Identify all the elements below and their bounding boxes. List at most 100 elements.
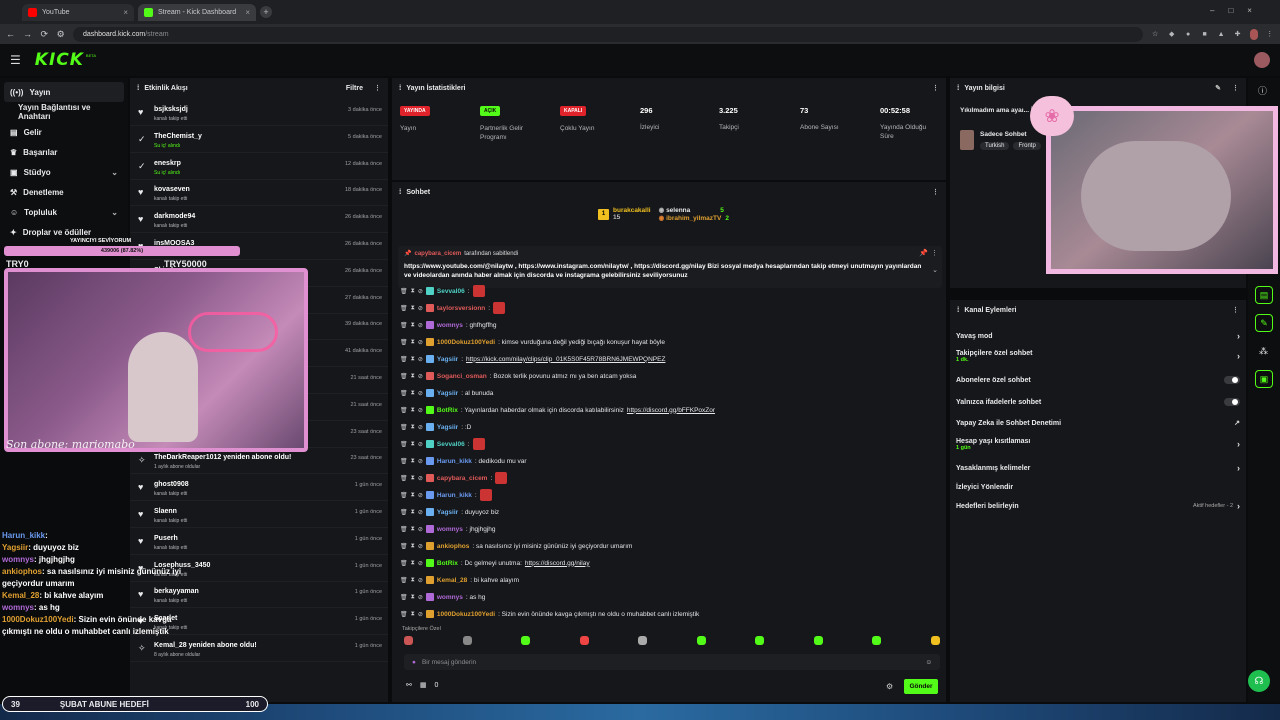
sidebar-item-studyo[interactable]: ▣ Stüdyo ⌄: [4, 162, 124, 182]
close-icon[interactable]: ×: [245, 8, 250, 17]
chat-link[interactable]: https://discord.gg/bFFKPoxZor: [627, 407, 715, 414]
chat-message[interactable]: 🗑 ⧗ ⊘ Yagsiir: duyuyoz biz: [400, 505, 499, 519]
chat-username[interactable]: Yagsiir: [437, 356, 458, 363]
extension-icon[interactable]: ◆: [1167, 30, 1175, 38]
delete-icon[interactable]: 🗑: [400, 356, 408, 363]
timeout-icon[interactable]: ⧗: [411, 373, 415, 380]
chat-message[interactable]: 🗑 ⧗ ⊘ 1000Dokuz100Yedi: Sizin evin önünde k…: [400, 607, 699, 621]
ban-icon[interactable]: ⊘: [418, 594, 423, 601]
activity-row[interactable]: ♥ darkmode94 kanalı takip etti 26 dakika ön…: [130, 207, 388, 234]
delete-icon[interactable]: 🗑: [400, 441, 408, 448]
chat-message[interactable]: 🗑 ⧗ ⊘ Yagsiir: https://kick.com/nilay/clips…: [400, 352, 665, 366]
emote-icon[interactable]: [696, 636, 706, 645]
more-icon[interactable]: ⋮: [374, 84, 381, 92]
filter-button[interactable]: Filtre: [346, 85, 363, 92]
chat-username[interactable]: 1000Dokuz100Yedi: [437, 611, 495, 618]
chat-username[interactable]: Sevval06: [437, 441, 465, 448]
timeout-icon[interactable]: ⧗: [411, 424, 415, 431]
channel-action-row[interactable]: Yalnızca ifadelerle sohbet: [956, 392, 1240, 412]
activity-row[interactable]: ✓ TheChemist_y Su iç! alındı 5 dakika önce: [130, 127, 388, 153]
chat-username[interactable]: ankiophos: [437, 543, 470, 550]
chat-username[interactable]: taylorsversionn: [437, 305, 485, 312]
timeout-icon[interactable]: ⧗: [411, 543, 415, 550]
new-tab-button[interactable]: +: [260, 6, 272, 18]
delete-icon[interactable]: 🗑: [400, 390, 408, 397]
ban-icon[interactable]: ⊘: [418, 458, 423, 465]
delete-icon[interactable]: 🗑: [400, 322, 408, 329]
emote-picker-icon[interactable]: ●: [412, 659, 416, 666]
support-chat-icon[interactable]: ☊: [1248, 670, 1270, 692]
sidebar-item-basarilar[interactable]: ♛ Başarılar: [4, 142, 124, 162]
drag-handle-icon[interactable]: ⁞: [399, 189, 401, 196]
chat-input[interactable]: ● Bir mesaj gönderin ☺: [404, 654, 940, 670]
chat-message[interactable]: 🗑 ⧗ ⊘ BotRix: Dc gelmeyi unutma: https://di…: [400, 556, 590, 570]
chat-message[interactable]: 🗑 ⧗ ⊘ Harun_kikk: dedikodu mu var: [400, 454, 527, 468]
more-icon[interactable]: ⋮: [932, 188, 939, 196]
panel-toggle-icon[interactable]: ▣: [1255, 370, 1273, 388]
timeout-icon[interactable]: ⧗: [411, 288, 415, 295]
activity-row[interactable]: ✧ TheDarkReaper1012 yeniden abone oldu! 1 …: [130, 448, 388, 475]
activity-row[interactable]: ♥ ghost0908 kanalı takip etti 1 gün önce: [130, 475, 388, 502]
tab-kick-dashboard[interactable]: Stream - Kick Dashboard ×: [138, 4, 256, 21]
activity-row[interactable]: ✓ eneskrp Su iç! alındı 12 dakika önce: [130, 154, 388, 180]
delete-icon[interactable]: 🗑: [400, 475, 408, 482]
chat-username[interactable]: Yagsiir: [437, 509, 458, 516]
channel-action-row[interactable]: Yapay Zeka ile Sohbet Denetimi ↗: [956, 413, 1240, 433]
timeout-icon[interactable]: ⧗: [411, 560, 415, 567]
chat-message[interactable]: 🗑 ⧗ ⊘ Kemal_28: bi kahve alayım: [400, 573, 519, 587]
menu-icon[interactable]: ⋮: [1266, 30, 1274, 38]
emote-icon[interactable]: [755, 636, 765, 645]
timeout-icon[interactable]: ⧗: [411, 577, 415, 584]
chat-message[interactable]: 🗑 ⧗ ⊘ Soganci_osman: Bozok terlik povunu at…: [400, 369, 636, 383]
ban-icon[interactable]: ⊘: [418, 305, 423, 312]
avatar[interactable]: [1254, 52, 1270, 68]
emote-icon[interactable]: [813, 636, 823, 645]
timeout-icon[interactable]: ⧗: [411, 441, 415, 448]
emote-icon[interactable]: [930, 636, 940, 645]
chat-username[interactable]: 1000Dokuz100Yedi: [437, 339, 495, 346]
back-icon[interactable]: ←: [6, 29, 15, 39]
more-icon[interactable]: ⋮: [1232, 84, 1239, 92]
chat-message[interactable]: 🗑 ⧗ ⊘ taylorsversionn:: [400, 301, 506, 315]
ban-icon[interactable]: ⊘: [418, 373, 423, 380]
delete-icon[interactable]: 🗑: [400, 339, 408, 346]
ban-icon[interactable]: ⊘: [418, 441, 423, 448]
timeout-icon[interactable]: ⧗: [411, 475, 415, 482]
emote-icon[interactable]: [579, 636, 589, 645]
chat-username[interactable]: Kemal_28: [437, 577, 467, 584]
site-info-icon[interactable]: ⚙: [56, 29, 65, 40]
chat-username[interactable]: womnys: [437, 594, 463, 601]
ban-icon[interactable]: ⊘: [418, 288, 423, 295]
ban-icon[interactable]: ⊘: [418, 390, 423, 397]
toggle-switch[interactable]: [1224, 376, 1240, 384]
timeout-icon[interactable]: ⧗: [411, 356, 415, 363]
delete-icon[interactable]: 🗑: [400, 492, 408, 499]
kick-logo[interactable]: KICK: [35, 50, 84, 70]
timeout-icon[interactable]: ⧗: [411, 492, 415, 499]
chat-link[interactable]: https://kick.com/nilay/clips/clip_01K5S0…: [466, 356, 665, 363]
reload-icon[interactable]: ⟳: [40, 29, 48, 40]
chat-message[interactable]: 🗑 ⧗ ⊘ Yagsiir: al bunuda: [400, 386, 493, 400]
ban-icon[interactable]: ⊘: [418, 475, 423, 482]
ban-icon[interactable]: ⊘: [418, 356, 423, 363]
timeout-icon[interactable]: ⧗: [411, 339, 415, 346]
link-icon[interactable]: ⚯: [406, 681, 412, 689]
more-icon[interactable]: ⋮: [932, 84, 939, 92]
delete-icon[interactable]: 🗑: [400, 509, 408, 516]
chat-username[interactable]: BotRix: [437, 560, 458, 567]
chat-message[interactable]: 🗑 ⧗ ⊘ 1000Dokuz100Yedi: kimse vurduğuna değ…: [400, 335, 665, 349]
info-icon[interactable]: ⓘ: [1258, 84, 1267, 97]
delete-icon[interactable]: 🗑: [400, 560, 408, 567]
more-icon[interactable]: ⋮: [1232, 306, 1239, 314]
channel-action-row[interactable]: Yasaklanmış kelimeler ›: [956, 458, 1240, 478]
extension-icon[interactable]: ●: [1184, 31, 1192, 38]
activity-row[interactable]: ♥ bsjksksjdj kanalı takip etti 3 dakika önc…: [130, 100, 388, 126]
delete-icon[interactable]: 🗑: [400, 594, 408, 601]
layout-icon[interactable]: ▤: [1255, 286, 1273, 304]
ban-icon[interactable]: ⊘: [418, 322, 423, 329]
ban-icon[interactable]: ⊘: [418, 424, 423, 431]
delete-icon[interactable]: 🗑: [400, 305, 408, 312]
timeout-icon[interactable]: ⧗: [411, 509, 415, 516]
chat-username[interactable]: Sevval06: [437, 288, 465, 295]
tag[interactable]: Frontp: [1013, 142, 1041, 150]
